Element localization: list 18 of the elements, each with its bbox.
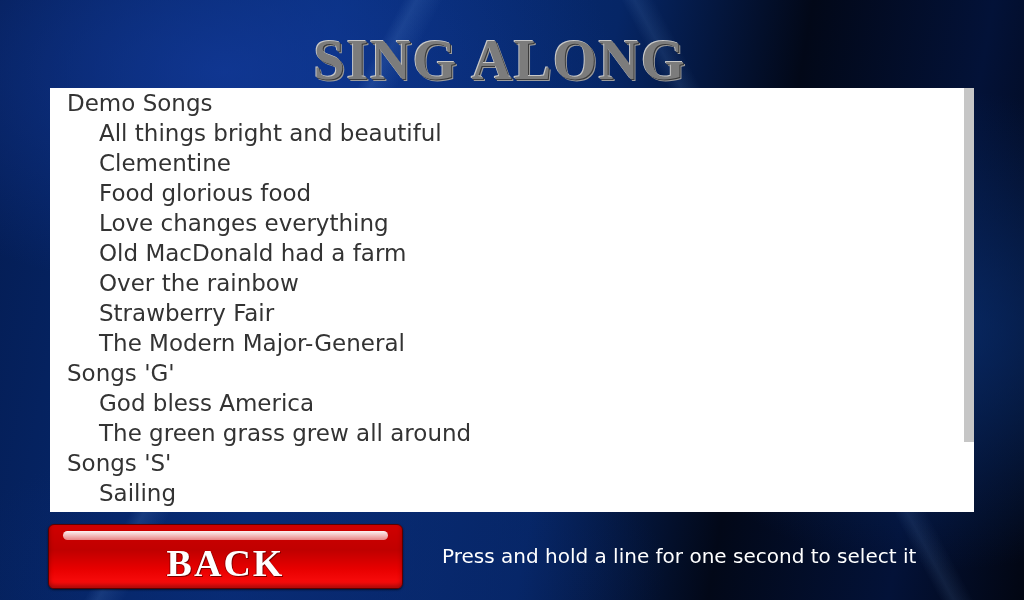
song-item[interactable]: Over the rainbow [99, 268, 299, 298]
song-group-item[interactable]: Demo Songs [67, 88, 213, 118]
song-group-item[interactable]: Songs 'S' [67, 448, 172, 478]
song-item[interactable]: God bless America [99, 388, 315, 418]
song-item[interactable]: Sailing [99, 478, 177, 508]
song-group-item[interactable]: Songs 'G' [67, 358, 175, 388]
song-item[interactable]: Love changes everything [99, 208, 389, 238]
song-item[interactable]: All things bright and beautiful [99, 118, 442, 148]
song-item[interactable]: The Modern Major-General [99, 328, 405, 358]
app-title: SING ALONG [313, 30, 687, 90]
song-item[interactable]: Food glorious food [99, 178, 312, 208]
hint-text: Press and hold a line for one second to select it [442, 544, 917, 568]
song-item[interactable]: Strawberry Fair [99, 298, 275, 328]
song-item[interactable]: Old MacDonald had a farm [99, 238, 407, 268]
song-item[interactable]: Clementine [99, 148, 231, 178]
scrollbar-thumb[interactable] [964, 88, 974, 442]
song-item[interactable]: The green grass grew all around [99, 418, 472, 448]
back-button[interactable]: BACK [48, 523, 403, 589]
